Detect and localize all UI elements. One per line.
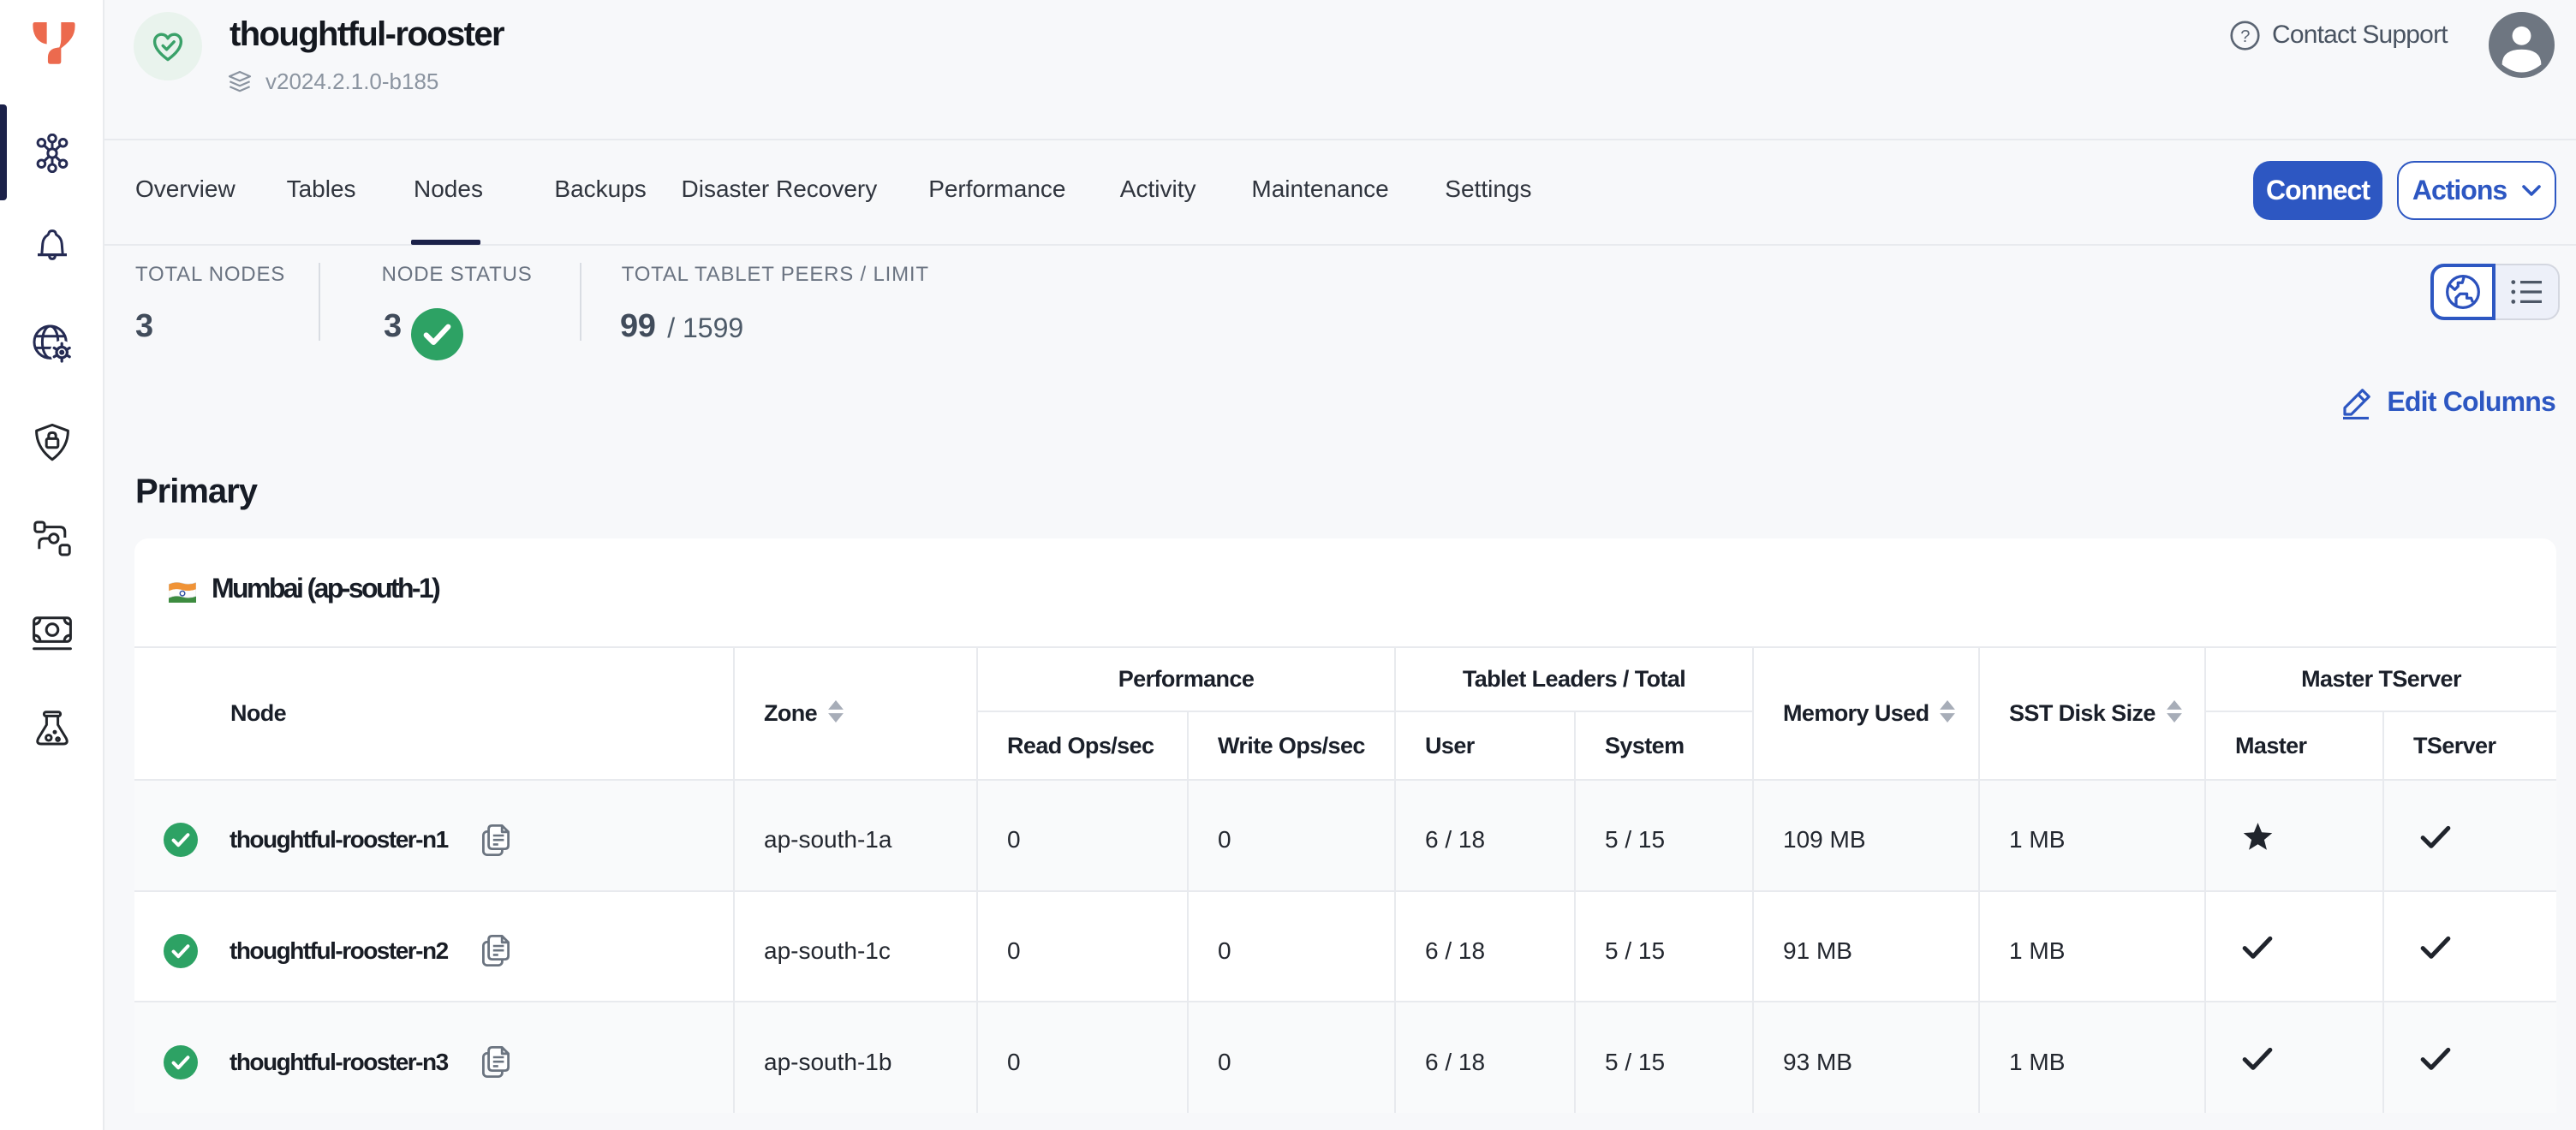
svg-text:?: ? <box>2240 27 2250 45</box>
